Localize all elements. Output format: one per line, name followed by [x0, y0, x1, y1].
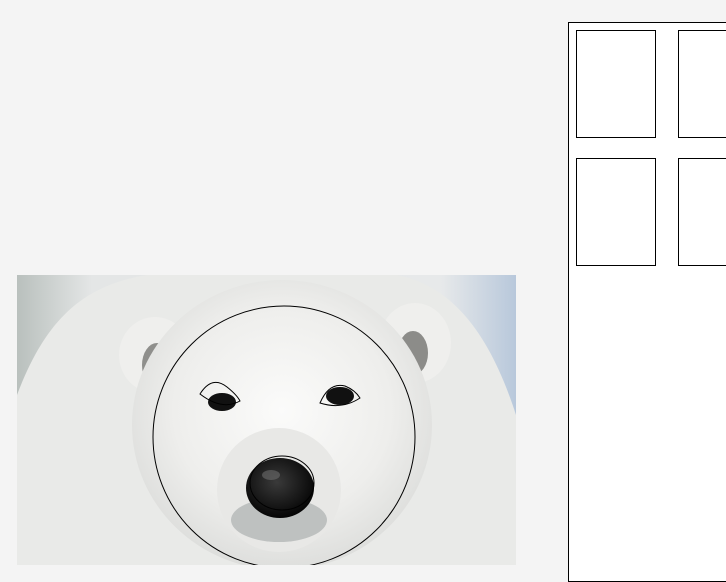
- thumbnail-slot-1[interactable]: [576, 30, 656, 138]
- thumbnail-slot-4[interactable]: [678, 158, 726, 266]
- right-eye: [326, 387, 354, 405]
- nose-highlight: [262, 470, 280, 480]
- thumbnail-slot-2[interactable]: [678, 30, 726, 138]
- thumbnail-panel: [568, 22, 726, 582]
- polar-bear-photo: [17, 275, 516, 565]
- thumbnail-slot-3[interactable]: [576, 158, 656, 266]
- polar-bear-photo-canvas: [17, 275, 516, 565]
